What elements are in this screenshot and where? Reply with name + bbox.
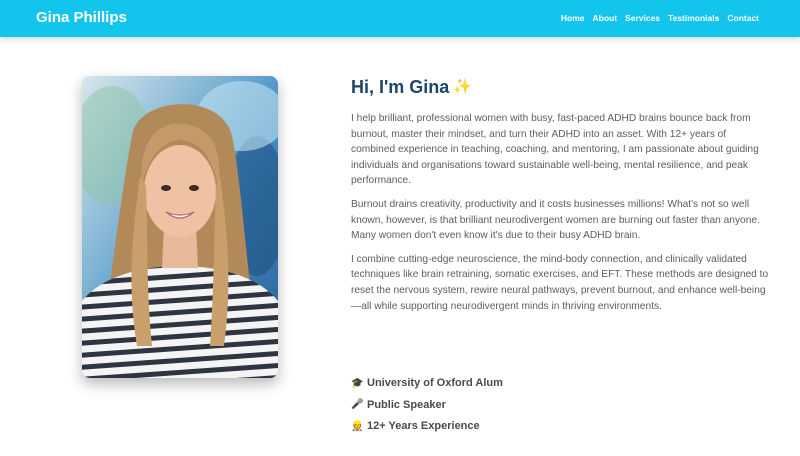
- sparkles-icon: ✨: [453, 78, 472, 95]
- nav-link-home[interactable]: Home: [561, 13, 585, 23]
- worker-icon: 👷: [351, 420, 364, 432]
- nav-link-contact[interactable]: Contact: [727, 13, 759, 23]
- credential-item: 🎤 Public Speaker: [351, 398, 503, 412]
- page-title: Hi, I'm Gina ✨: [351, 76, 771, 98]
- profile-photo: [82, 76, 278, 378]
- nav-link-testimonials[interactable]: Testimonials: [668, 13, 719, 23]
- bio-paragraph-3: I combine cutting-edge neuroscience, the…: [351, 253, 769, 312]
- microphone-icon: 🎤: [351, 399, 364, 410]
- nav-link-services[interactable]: Services: [625, 13, 660, 23]
- bio-paragraph-2: Burnout drains creativity, productivity …: [351, 198, 760, 242]
- credentials-list: 🎓 University of Oxford Alum 🎤 Public Spe…: [351, 376, 503, 441]
- credential-item: 🎓 University of Oxford Alum: [351, 376, 503, 390]
- bio-paragraph-1: I help brilliant, professional women wit…: [351, 113, 759, 187]
- credential-label: Public Speaker: [367, 398, 446, 411]
- brand-logo[interactable]: Gina Phillips: [36, 9, 127, 26]
- about-section: Hi, I'm Gina ✨ I help brilliant, profess…: [351, 76, 771, 314]
- nav-link-about[interactable]: About: [593, 13, 618, 23]
- credential-item: 👷 12+ Years Experience: [351, 419, 503, 433]
- credential-label: University of Oxford Alum: [367, 377, 503, 389]
- greeting-text: Hi, I'm Gina: [351, 77, 450, 97]
- credential-label: 12+ Years Experience: [367, 420, 480, 432]
- graduation-cap-icon: 🎓: [351, 377, 364, 389]
- navbar: Gina Phillips Home About Services Testim…: [0, 0, 800, 37]
- nav-links: Home About Services Testimonials Contact: [561, 13, 759, 23]
